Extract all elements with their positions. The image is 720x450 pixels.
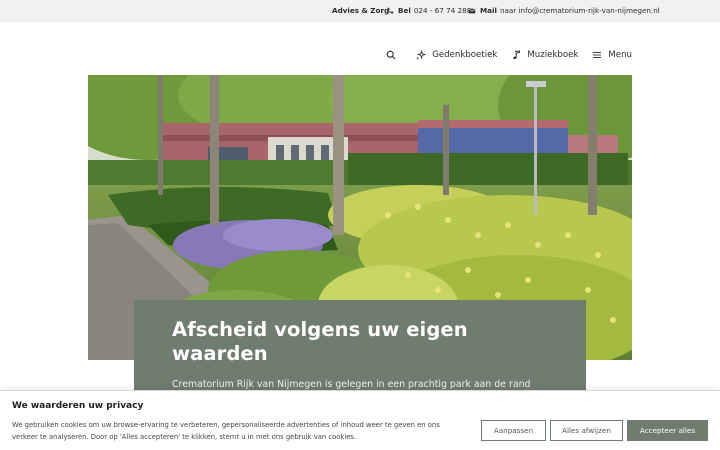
phone-icon <box>387 7 394 14</box>
advies-zorg-label: Advies & Zorg <box>332 6 390 15</box>
advies-zorg-link[interactable]: Advies & Zorg <box>332 6 389 16</box>
cookie-banner: We waarderen uw privacy We gebruiken coo… <box>0 390 720 450</box>
phone-label: Bel <box>398 6 411 15</box>
search-icon <box>386 50 396 60</box>
top-utility-bar: Advies & Zorg Bel 024 - 67 74 288 Mail n… <box>0 0 720 22</box>
nav-label-gedenkboetiek: Gedenkboetiek <box>432 50 498 60</box>
nav-item-gedenkboetiek[interactable]: Gedenkboetiek <box>416 50 497 60</box>
nav-label-menu: Menu <box>608 50 632 60</box>
search-button[interactable] <box>386 50 402 60</box>
nav-item-muziekboek[interactable]: Muziekboek <box>511 50 578 60</box>
nav-label-muziekboek: Muziekboek <box>527 50 579 60</box>
customize-button[interactable]: Aanpassen <box>481 420 546 441</box>
phone-number: 024 - 67 74 288 <box>413 6 472 15</box>
intro-card: Afscheid volgens uw eigen waarden Cremat… <box>134 300 586 444</box>
reject-all-button[interactable]: Alles afwijzen <box>550 420 623 441</box>
sparkle-icon <box>416 50 427 60</box>
mail-link[interactable]: Mail naar info@crematorium-rijk-van-nijm… <box>468 6 660 16</box>
mail-address: naar info@crematorium-rijk-van-nijmegen.… <box>499 6 660 15</box>
music-note-icon <box>513 50 521 59</box>
cookie-title: We waarderen uw privacy <box>12 401 144 411</box>
mail-label: Mail <box>480 6 497 15</box>
main-navigation: Gedenkboetiek Muziekboek Menu <box>372 48 632 62</box>
nav-item-menu[interactable]: Menu <box>592 50 632 60</box>
accept-all-button[interactable]: Accepteer alles <box>627 420 708 441</box>
hero-title: Afscheid volgens uw eigen waarden <box>172 318 468 365</box>
phone-link[interactable]: Bel 024 - 67 74 288 <box>386 6 471 16</box>
hamburger-icon <box>593 52 602 58</box>
mail-icon <box>468 8 476 14</box>
cookie-text: We gebruiken cookies om uw browse-ervari… <box>12 421 440 441</box>
